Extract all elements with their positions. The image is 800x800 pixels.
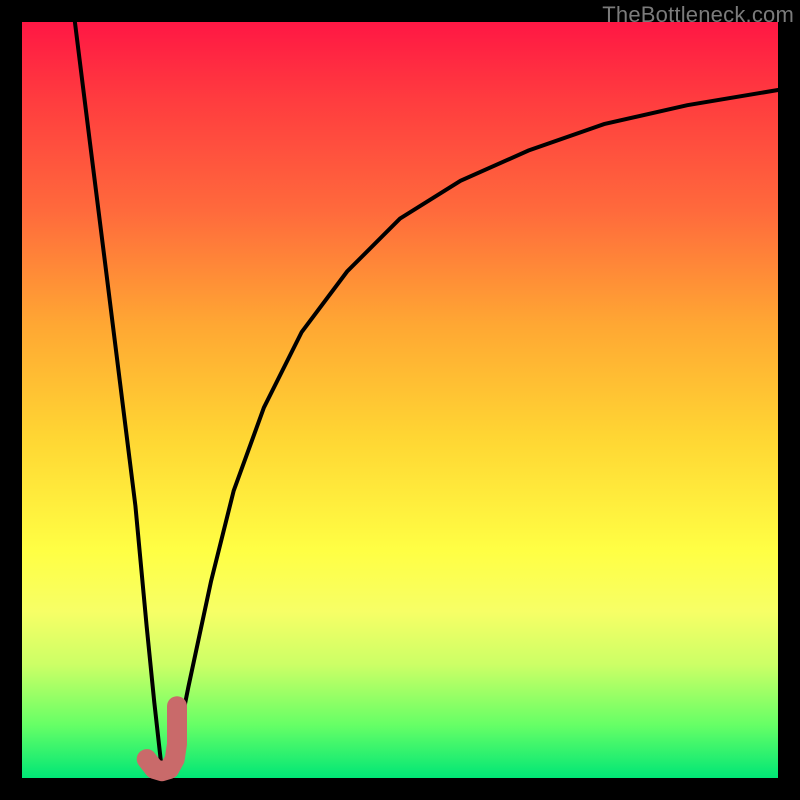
plot-area [22,22,778,778]
watermark-text: TheBottleneck.com [602,2,794,28]
curve-layer [22,22,778,778]
left-branch-curve [75,22,162,770]
j-marker [147,706,177,771]
right-branch-curve [173,90,778,763]
chart-frame: TheBottleneck.com [0,0,800,800]
